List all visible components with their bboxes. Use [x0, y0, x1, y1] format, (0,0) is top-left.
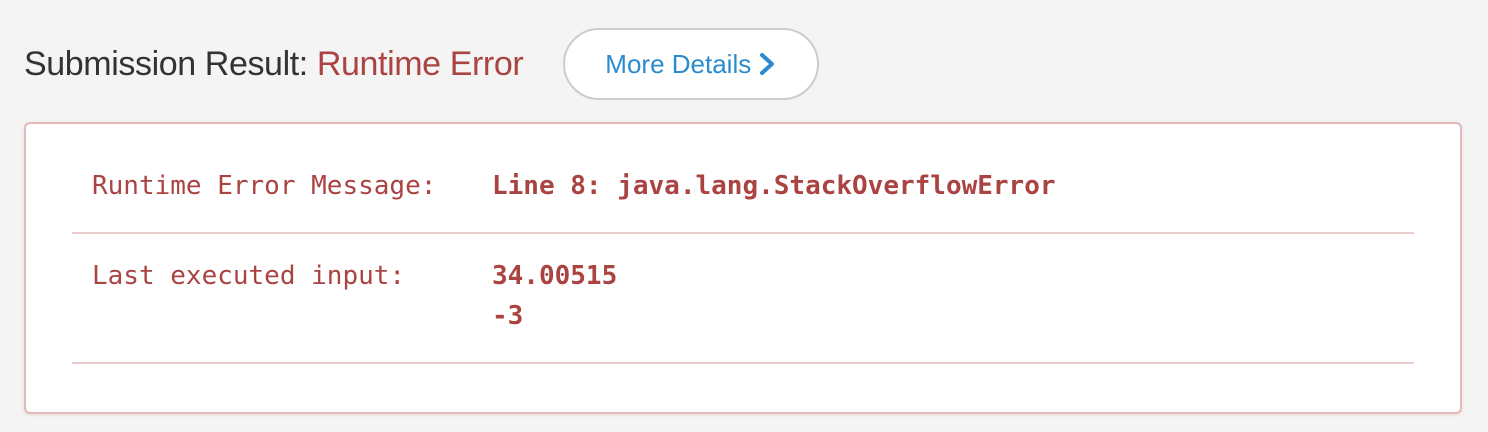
- result-header: Submission Result: Runtime Error More De…: [24, 26, 820, 102]
- last-input-line: -3: [492, 301, 524, 331]
- more-details-label: More Details: [605, 48, 752, 79]
- error-message-key: Runtime Error Message:: [92, 171, 437, 201]
- title-prefix: Submission Result:: [24, 44, 317, 83]
- divider: [72, 362, 1414, 364]
- chevron-right-icon: [757, 52, 777, 76]
- last-input-value: 34.00515 -3: [492, 256, 617, 336]
- last-input-key: Last executed input:: [92, 261, 406, 291]
- more-details-button[interactable]: More Details: [563, 28, 820, 100]
- error-message-value: Line 8: java.lang.StackOverflowError: [492, 171, 1056, 201]
- submission-result-title: Submission Result: Runtime Error: [24, 44, 524, 84]
- last-input-line: 34.00515: [492, 261, 618, 291]
- last-input-row: Last executed input: 34.00515 -3: [72, 256, 1414, 346]
- result-status: Runtime Error: [316, 44, 524, 83]
- result-panel: Runtime Error Message: Line 8: java.lang…: [24, 122, 1462, 414]
- submission-result-page: Submission Result: Runtime Error More De…: [0, 0, 1488, 432]
- error-message-row: Runtime Error Message: Line 8: java.lang…: [72, 166, 1414, 206]
- divider: [72, 232, 1414, 234]
